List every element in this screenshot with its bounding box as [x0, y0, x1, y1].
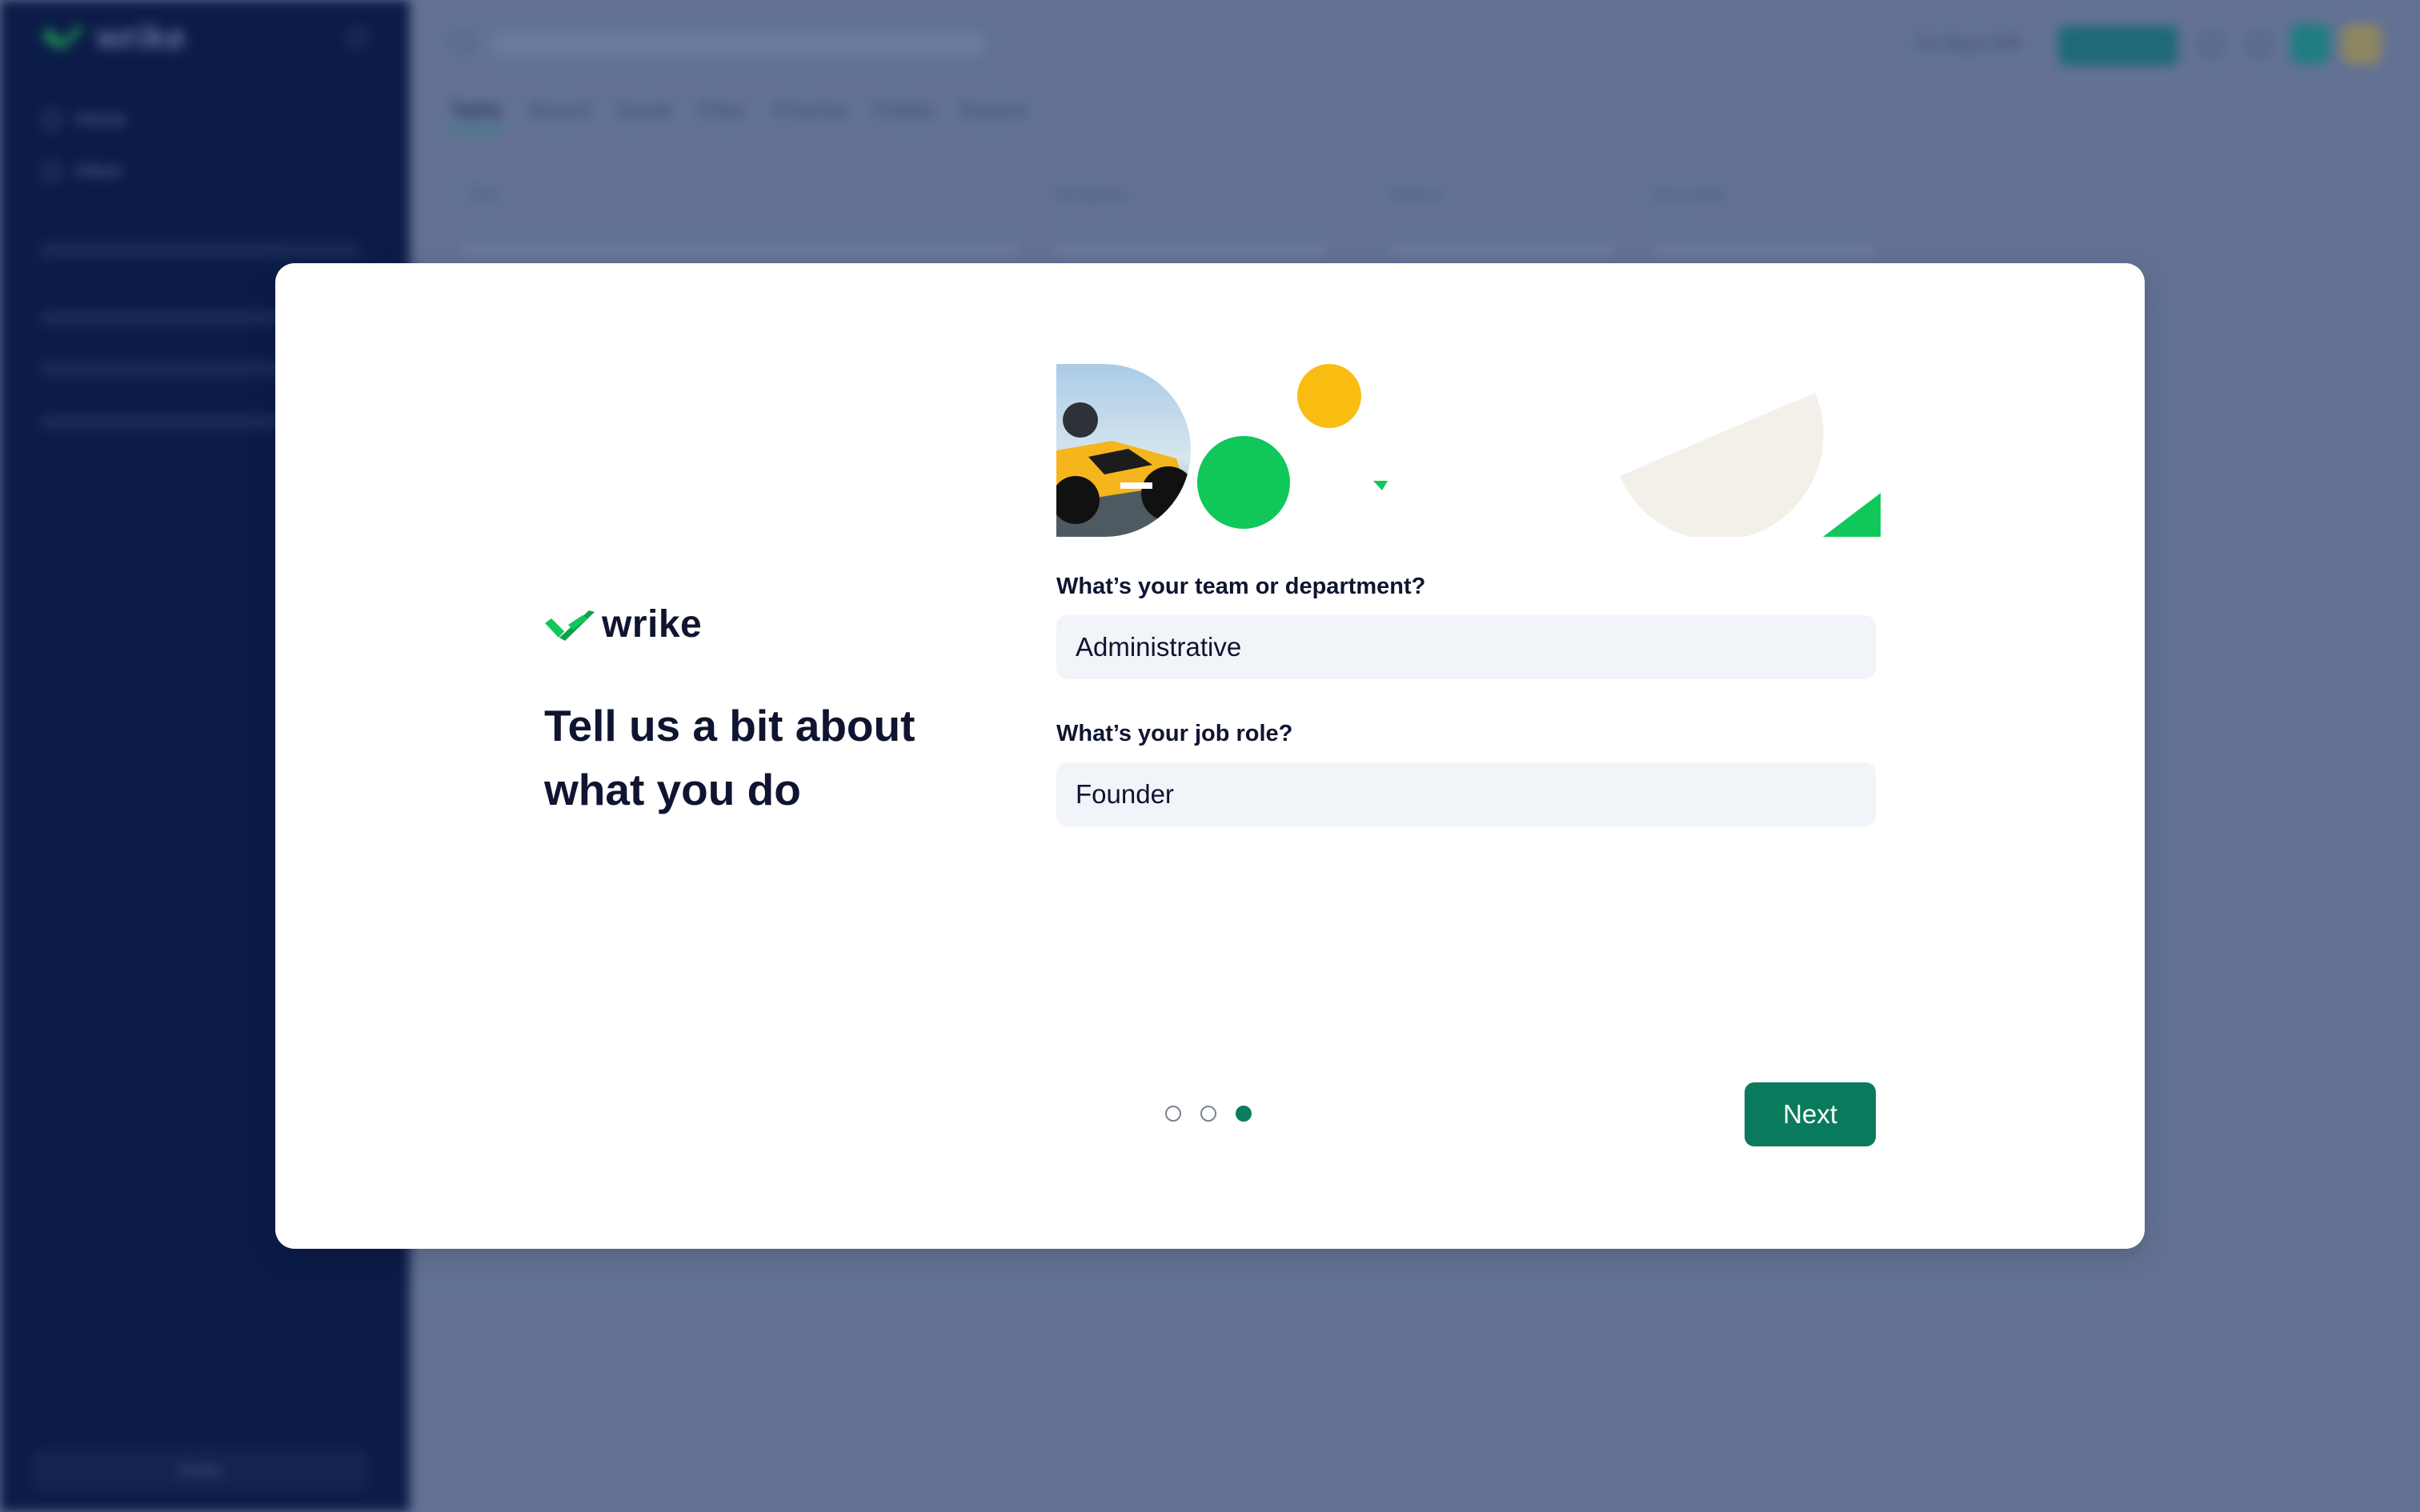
green-triangle-shape	[1823, 493, 1881, 537]
race-car-photo	[1056, 364, 1191, 537]
next-button[interactable]: Next	[1745, 1082, 1876, 1146]
team-input[interactable]	[1056, 615, 1876, 679]
beige-semicircle-shape	[1620, 393, 1824, 537]
page-title: Tell us a bit about what you do	[544, 694, 992, 822]
role-field-label: What’s your job role?	[1056, 721, 1293, 746]
yellow-circle-shape	[1297, 364, 1361, 428]
brand-name: wrike	[602, 603, 703, 646]
step-dot-active[interactable]	[1236, 1106, 1252, 1122]
brand-logo: wrike	[544, 602, 702, 646]
page-title-line-2: what you do	[544, 765, 801, 814]
role-input[interactable]	[1056, 762, 1876, 826]
step-dot[interactable]	[1165, 1106, 1181, 1122]
step-indicator	[1165, 1106, 1252, 1122]
step-dot[interactable]	[1200, 1106, 1216, 1122]
wrike-check-icon	[545, 610, 595, 641]
green-circle-shape	[1197, 436, 1290, 529]
page-title-line-1: Tell us a bit about	[544, 701, 916, 750]
team-field-label: What’s your team or department?	[1056, 574, 1426, 599]
header-illustration	[1056, 364, 1881, 537]
small-triangle-shape	[1373, 481, 1388, 490]
onboarding-modal: wrike Tell us a bit about what you do Wh…	[275, 263, 2145, 1249]
